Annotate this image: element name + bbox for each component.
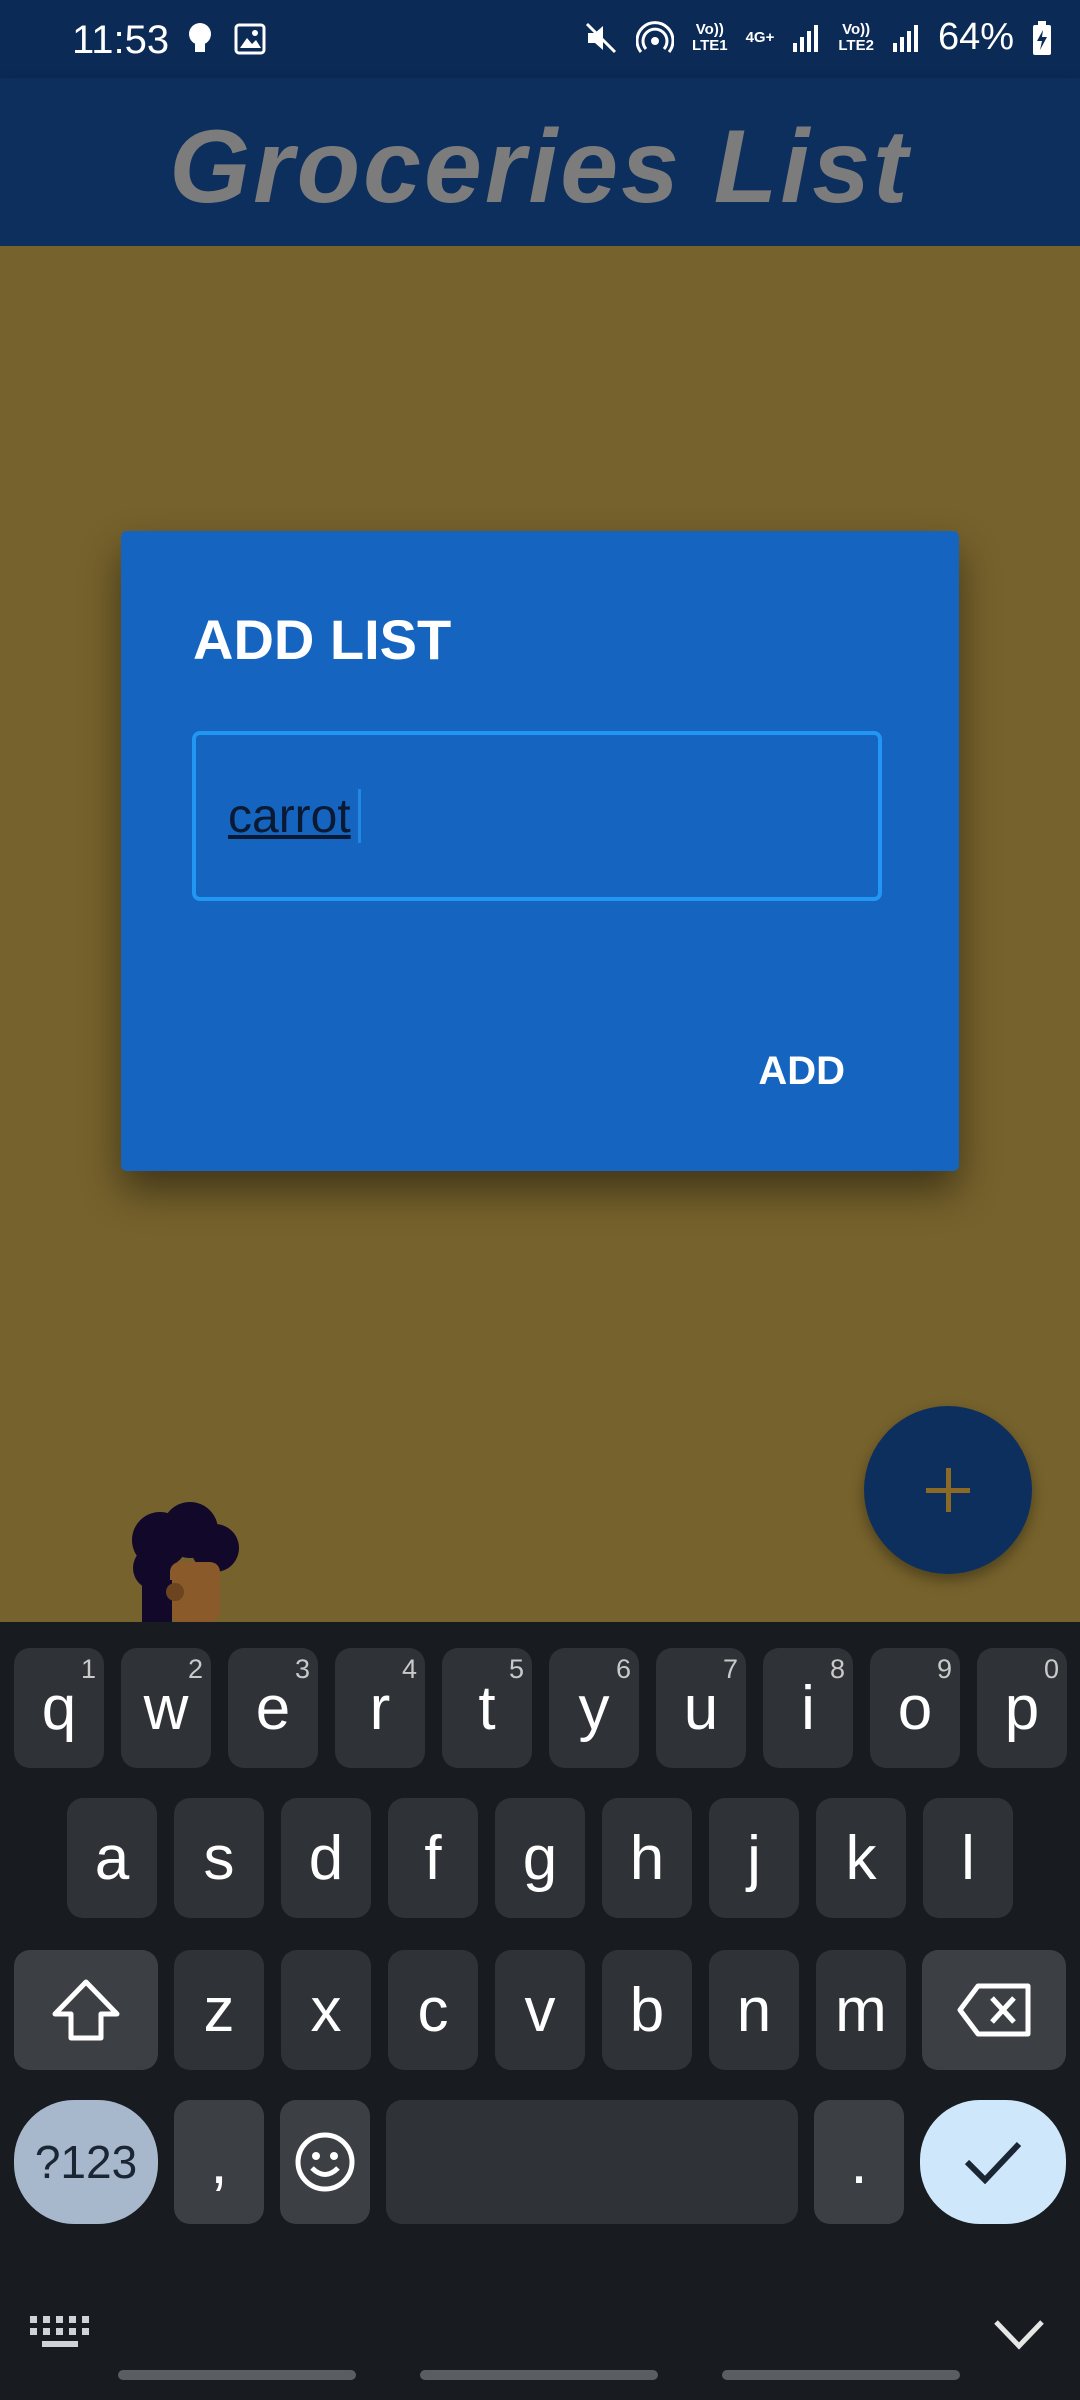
mute-icon: [585, 22, 617, 53]
add-fab-button[interactable]: [864, 1406, 1032, 1574]
key-label: i: [801, 1673, 815, 1743]
comma-key[interactable]: ,: [174, 2100, 264, 2224]
key-number-hint: 7: [722, 1654, 738, 1684]
done-key[interactable]: [920, 2100, 1066, 2224]
lightbulb-icon: [189, 23, 211, 52]
key-n[interactable]: n: [709, 1950, 799, 2070]
key-label: r: [369, 1673, 391, 1743]
shift-icon: [52, 1979, 120, 2041]
key-label: p: [1004, 1673, 1040, 1743]
key-number-hint: 3: [294, 1654, 310, 1684]
key-number-hint: 4: [401, 1654, 417, 1684]
key-i[interactable]: i8: [763, 1648, 853, 1768]
avatar: [132, 1502, 239, 1622]
key-label: w: [143, 1673, 189, 1743]
backspace-key[interactable]: [922, 1950, 1066, 2070]
key-label: o: [897, 1673, 933, 1743]
image-icon: [234, 23, 266, 55]
key-l[interactable]: l: [923, 1798, 1013, 1918]
key-label: u: [683, 1673, 719, 1743]
list-name-input[interactable]: carrot: [192, 731, 882, 901]
nav-bar-home[interactable]: [420, 2370, 658, 2380]
signal-icon: [793, 24, 819, 52]
key-o[interactable]: o9: [870, 1648, 960, 1768]
app-bar: Groceries List: [0, 78, 1080, 246]
key-label: q: [41, 1673, 77, 1743]
shift-key[interactable]: [14, 1950, 158, 2070]
key-x[interactable]: x: [281, 1950, 371, 2070]
app-title: Groceries List: [169, 109, 911, 225]
key-number-hint: 0: [1043, 1654, 1059, 1684]
soft-keyboard: q1w2e3r4t5y6u7i8o9p0 asdfghjkl zxcvbnm ?…: [0, 1622, 1080, 2400]
symbols-key[interactable]: ?123: [14, 2100, 158, 2224]
key-p[interactable]: p0: [977, 1648, 1067, 1768]
system-icons: Vo)) LTE1 4G+ Vo)) LTE2 64%: [584, 16, 1052, 59]
notification-icons: [188, 22, 266, 56]
key-number-hint: 9: [936, 1654, 952, 1684]
status-time: 11:53: [72, 18, 170, 62]
signal-icon: [892, 24, 918, 52]
add-button[interactable]: ADD: [758, 1049, 845, 1094]
key-e[interactable]: e3: [228, 1648, 318, 1768]
key-label: e: [255, 1673, 291, 1743]
nav-bar-back[interactable]: [722, 2370, 960, 2380]
backspace-icon: [957, 1983, 1031, 2037]
key-m[interactable]: m: [816, 1950, 906, 2070]
dialog-title: ADD LIST: [193, 608, 452, 671]
key-number-hint: 5: [508, 1654, 524, 1684]
keyboard-icon[interactable]: [28, 2314, 90, 2350]
key-number-hint: 6: [615, 1654, 631, 1684]
key-t[interactable]: t5: [442, 1648, 532, 1768]
chevron-down-icon[interactable]: [992, 2318, 1046, 2350]
key-b[interactable]: b: [602, 1950, 692, 2070]
key-h[interactable]: h: [602, 1798, 692, 1918]
key-k[interactable]: k: [816, 1798, 906, 1918]
key-r[interactable]: r4: [335, 1648, 425, 1768]
key-number-hint: 1: [80, 1654, 96, 1684]
network-1-label: Vo)) LTE1: [692, 20, 728, 54]
hotspot-icon: [636, 20, 675, 53]
network-2-label: Vo)) LTE2: [838, 20, 874, 54]
status-bar: 11:53 Vo)) LTE1 4G+ Vo)) LTE2 64%: [0, 0, 1080, 78]
check-icon: [964, 2141, 1022, 2184]
emoji-icon: [295, 2132, 355, 2192]
input-value: carrot: [228, 790, 351, 843]
key-z[interactable]: z: [174, 1950, 264, 2070]
emoji-key[interactable]: [280, 2100, 370, 2224]
space-key[interactable]: [386, 2100, 798, 2224]
period-key[interactable]: .: [814, 2100, 904, 2224]
key-a[interactable]: a: [67, 1798, 157, 1918]
key-w[interactable]: w2: [121, 1648, 211, 1768]
nav-bar-recents[interactable]: [118, 2370, 356, 2380]
key-u[interactable]: u7: [656, 1648, 746, 1768]
key-v[interactable]: v: [495, 1950, 585, 2070]
keyboard-toolbar: [0, 2282, 1080, 2400]
key-label: t: [478, 1673, 496, 1743]
add-list-dialog: ADD LIST carrot ADD: [121, 531, 959, 1171]
key-number-hint: 2: [187, 1654, 203, 1684]
key-f[interactable]: f: [388, 1798, 478, 1918]
key-y[interactable]: y6: [549, 1648, 639, 1768]
network-type-label: 4G+: [745, 28, 775, 46]
key-d[interactable]: d: [281, 1798, 371, 1918]
key-g[interactable]: g: [495, 1798, 585, 1918]
text-cursor: [358, 789, 361, 843]
key-q[interactable]: q1: [14, 1648, 104, 1768]
key-label: y: [578, 1673, 610, 1743]
key-j[interactable]: j: [709, 1798, 799, 1918]
key-s[interactable]: s: [174, 1798, 264, 1918]
battery-level: 64%: [937, 16, 1014, 58]
key-c[interactable]: c: [388, 1950, 478, 2070]
battery-charging-icon: [1033, 20, 1051, 55]
key-number-hint: 8: [829, 1654, 845, 1684]
